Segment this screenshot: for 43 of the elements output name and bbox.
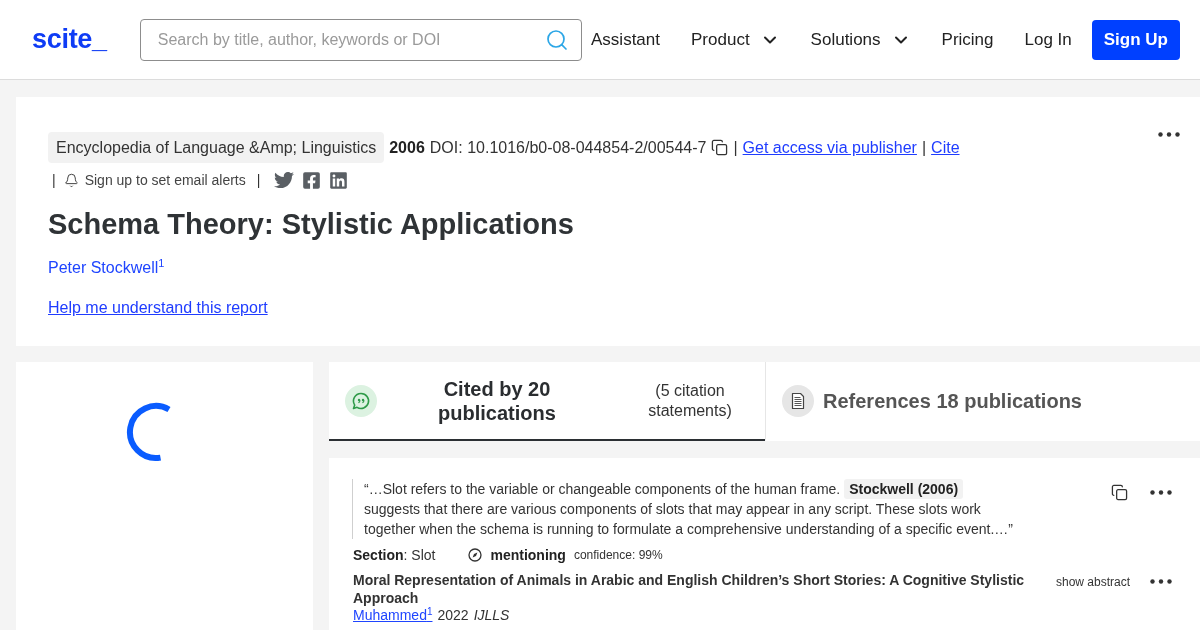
text-link[interactable]: Cite — [931, 138, 960, 157]
logo[interactable]: scite_ — [32, 24, 107, 55]
show-abstract-button[interactable]: show abstract — [1055, 575, 1130, 589]
journal-name: IJLLS — [473, 607, 510, 623]
separator: | — [921, 138, 927, 157]
doi-text: DOI: 10.1016/b0-08-044854-2/00544-7 — [429, 138, 707, 157]
journal-tag[interactable]: Encyclopedia of Language &Amp; Linguistics — [48, 132, 385, 163]
author-link[interactable]: Muhammed$^{1}$ — [353, 607, 433, 623]
document-icon — [782, 384, 814, 417]
bell-icon — [63, 172, 79, 188]
section-label: Section: Slot — [353, 547, 436, 563]
search-field[interactable]: Search by title, author, keywords or DOI — [139, 18, 582, 61]
sign-up-button[interactable]: Sign Up — [1091, 19, 1180, 60]
more-icon[interactable] — [1150, 579, 1172, 584]
nav-link[interactable]: Pricing — [941, 29, 994, 50]
search-icon[interactable] — [544, 27, 569, 52]
publication-year: 2006 — [389, 138, 425, 157]
nav-link[interactable]: Log In — [1024, 29, 1072, 50]
quote-bubble-icon — [345, 384, 377, 417]
nav-menu[interactable]: Solutions — [810, 29, 911, 50]
article-title: Schema Theory: Stylistic Applications — [48, 207, 574, 242]
help-link[interactable]: Help me understand this report — [48, 299, 268, 316]
compass-icon — [468, 548, 483, 562]
email-alerts-link[interactable]: Sign up to set email alerts — [84, 172, 246, 188]
linkedin-icon[interactable] — [329, 170, 349, 190]
text-link[interactable]: Get access via publisher — [742, 138, 917, 157]
more-icon[interactable] — [1158, 132, 1180, 137]
separator: | — [256, 172, 261, 188]
citation-quote: “…Slot refers to the variable or changeable components of the human frame. Stockwell (2006) suggests that there are various components of slots that may appear in any script. These slots work together when the schema is running to formulate a comprehensive understanding of a specific event.…” — [352, 479, 1017, 539]
nav-menu[interactable]: Product — [691, 29, 780, 50]
publication-title[interactable]: Moral Representation of Animals in Arabic and English Children’s Short Stories: A Cognitive Stylistic Approach — [353, 571, 1053, 607]
more-icon[interactable] — [1150, 490, 1172, 495]
publication-year: 2022 — [437, 607, 469, 623]
author-link[interactable]: Peter Stockwell$^{1}$ — [48, 258, 165, 278]
facebook-icon[interactable] — [302, 170, 322, 190]
nav-link[interactable]: Assistant — [591, 29, 660, 50]
confidence-text: confidence: 99% — [573, 548, 663, 562]
separator: | — [733, 138, 738, 157]
twitter-icon[interactable] — [274, 170, 295, 190]
copy-icon[interactable] — [1111, 484, 1128, 501]
copy-icon[interactable] — [711, 139, 729, 156]
separator: | — [52, 172, 56, 188]
citation-type: mentioning — [490, 547, 566, 563]
